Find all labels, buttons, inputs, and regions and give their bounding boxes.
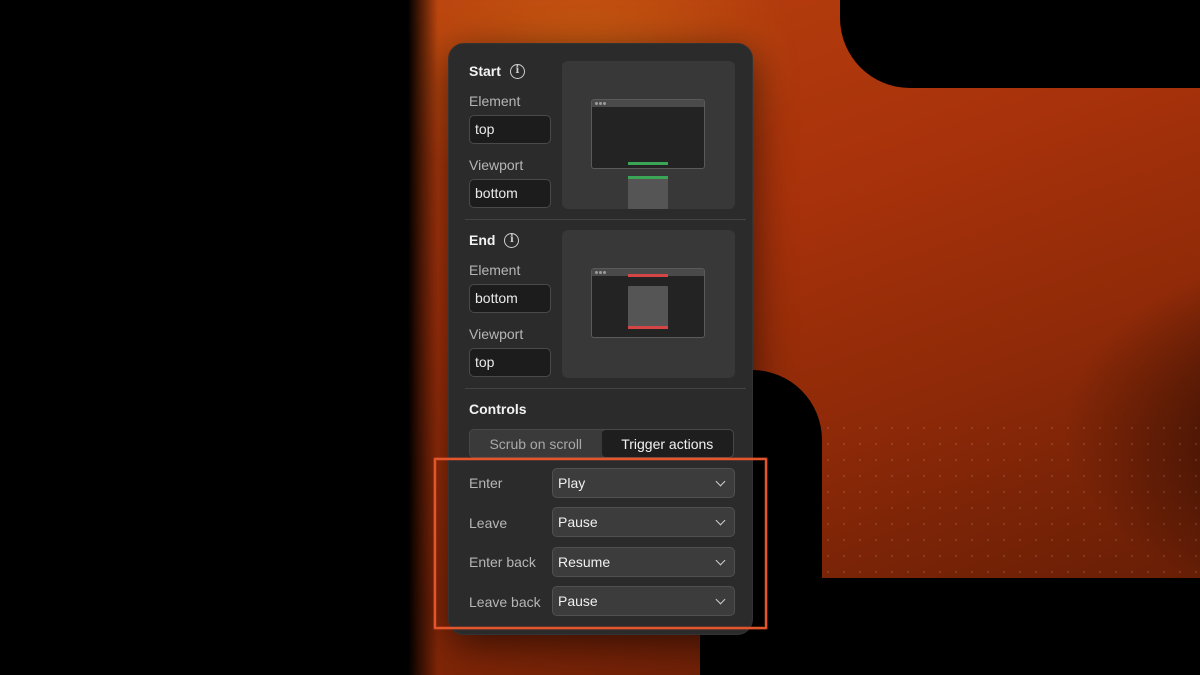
end-element-input[interactable]: bottom (469, 284, 551, 313)
end-section: End i Element bottom Viewport top (449, 220, 752, 388)
start-viewport-label: Viewport (469, 157, 524, 173)
start-title-label: Start (469, 63, 501, 79)
background-shape (840, 0, 1200, 88)
end-viewport-input[interactable]: top (469, 348, 551, 377)
end-element-label: Element (469, 262, 521, 278)
viewport-start-marker (628, 162, 668, 165)
end-viewport-label: Viewport (469, 326, 524, 342)
controls-mode-toggle: Scrub on scroll Trigger actions (469, 429, 734, 458)
start-section: Start i Element top Viewport bottom (449, 44, 752, 220)
end-title-label: End (469, 232, 496, 248)
element-end-marker (628, 326, 668, 329)
background-dot-pattern (820, 420, 1200, 580)
start-preview (562, 61, 735, 209)
viewport-end-marker (628, 274, 668, 277)
element-start-marker (628, 176, 668, 179)
start-viewport-input[interactable]: bottom (469, 179, 551, 208)
end-title: End i (469, 232, 520, 248)
tab-scrub-on-scroll[interactable]: Scrub on scroll (470, 430, 602, 457)
tab-trigger-actions[interactable]: Trigger actions (601, 430, 733, 457)
info-icon[interactable]: i (504, 232, 520, 248)
preview-element-block (628, 177, 668, 209)
preview-element-block (628, 286, 668, 328)
info-icon[interactable]: i (509, 63, 525, 79)
start-title: Start i (469, 63, 525, 79)
start-element-label: Element (469, 93, 521, 109)
preview-viewport-window (591, 99, 705, 169)
background-shape (700, 578, 1200, 675)
preview-window-bar (592, 100, 704, 107)
controls-title: Controls (469, 401, 527, 417)
section-divider (465, 388, 746, 389)
preview-viewport-window (591, 268, 705, 338)
end-preview (562, 230, 735, 378)
start-element-input[interactable]: top (469, 115, 551, 144)
highlight-box (434, 458, 767, 629)
